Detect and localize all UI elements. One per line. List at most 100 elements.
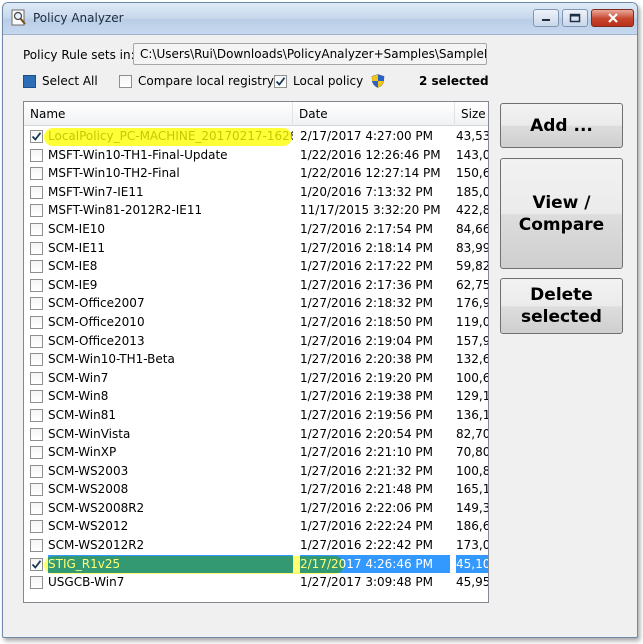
compare-local-registry-box[interactable]	[119, 74, 132, 88]
row-size: 82,70	[456, 426, 489, 441]
row-name: SCM-WinXP	[48, 445, 117, 460]
row-size: 43,53	[456, 129, 489, 143]
delete-selected-button[interactable]: Delete selected	[500, 278, 623, 334]
row-checkbox[interactable]	[30, 557, 43, 571]
row-checkbox[interactable]	[30, 167, 43, 181]
minimize-button[interactable]	[533, 9, 559, 27]
row-checkbox[interactable]	[30, 204, 43, 218]
row-checkbox[interactable]	[30, 408, 43, 422]
row-date: 1/27/2016 2:21:10 PM	[300, 445, 434, 460]
row-checkbox[interactable]	[30, 241, 43, 255]
column-header-name[interactable]: Name	[24, 102, 293, 126]
row-checkbox[interactable]	[30, 576, 43, 590]
list-item[interactable]: SCM-Win8 1/27/2016 2:19:38 PM 129,11	[24, 387, 488, 406]
row-date: 1/20/2016 7:13:32 PM	[300, 184, 434, 199]
column-header-date[interactable]: Date	[293, 102, 455, 126]
checkmark-icon	[275, 76, 286, 86]
minimize-icon	[542, 19, 550, 21]
row-checkbox[interactable]	[30, 334, 43, 348]
close-button[interactable]	[591, 9, 634, 27]
list-item[interactable]: MSFT-Win10-TH1-Final-Update 1/22/2016 12:…	[24, 146, 488, 165]
compare-local-registry-checkbox[interactable]: Compare local registry	[119, 74, 274, 88]
list-item[interactable]: MSFT-Win10-TH2-Final 1/22/2016 12:27:14 P…	[24, 164, 488, 183]
row-name: SCM-WS2012	[48, 519, 129, 534]
rule-sets-path-field[interactable]: C:\Users\Rui\Downloads\PolicyAnalyzer+Sa…	[133, 43, 487, 65]
list-item[interactable]: SCM-Office2013 1/27/2016 2:19:04 PM 157,97	[24, 332, 488, 351]
list-item[interactable]: SCM-WS2008 1/27/2016 2:21:48 PM 165,12	[24, 480, 488, 499]
list-item[interactable]: SCM-IE11 1/27/2016 2:18:14 PM 83,99	[24, 239, 488, 258]
row-checkbox[interactable]	[30, 371, 43, 385]
list-item[interactable]: SCM-WinXP 1/27/2016 2:21:10 PM 70,80	[24, 443, 488, 462]
uac-shield-icon	[371, 74, 385, 88]
local-policy-checkbox[interactable]: Local policy	[274, 74, 385, 88]
list-item[interactable]: SCM-WS2012R2 1/27/2016 2:22:42 PM 173,03	[24, 536, 488, 555]
row-checkbox[interactable]	[30, 297, 43, 311]
row-size: 422,85	[456, 203, 488, 218]
list-item[interactable]: USGCB-Win7 1/27/2017 3:09:48 PM 45,95	[24, 573, 488, 592]
row-date: 1/27/2016 2:18:50 PM	[300, 314, 434, 329]
select-all-box[interactable]	[23, 74, 36, 88]
select-all-checkbox[interactable]: Select All	[23, 74, 98, 88]
local-policy-box[interactable]	[274, 74, 287, 88]
list-item[interactable]: SCM-Office2010 1/27/2016 2:18:50 PM 119,09	[24, 313, 488, 332]
row-size: 136,18	[456, 407, 488, 422]
row-checkbox[interactable]	[30, 501, 43, 515]
row-date: 1/27/2016 2:21:32 PM	[300, 463, 434, 478]
add-button-label: Add ...	[530, 115, 593, 136]
list-item[interactable]: SCM-Win10-TH1-Beta 1/27/2016 2:20:38 PM 13…	[24, 350, 488, 369]
row-checkbox[interactable]	[30, 520, 43, 534]
row-checkbox[interactable]	[30, 353, 43, 367]
add-button[interactable]: Add ...	[500, 103, 623, 148]
list-item[interactable]: SCM-Win81 1/27/2016 2:19:56 PM 136,18	[24, 406, 488, 425]
checkmark-icon	[31, 559, 42, 569]
row-checkbox[interactable]	[30, 278, 43, 292]
rule-sets-list[interactable]: Name Date Size LocalPolicy_PC-MACHINE_20…	[23, 101, 489, 603]
title-bar[interactable]: Policy Analyzer	[3, 3, 637, 35]
row-checkbox[interactable]	[30, 148, 43, 162]
view-compare-label-line1: View /	[532, 192, 591, 213]
row-checkbox[interactable]	[30, 446, 43, 460]
list-header: Name Date Size	[24, 102, 488, 126]
row-checkbox[interactable]	[30, 539, 43, 553]
list-item[interactable]: SCM-WS2008R2 1/27/2016 2:22:06 PM 149,39	[24, 499, 488, 518]
row-checkbox[interactable]	[30, 427, 43, 441]
row-checkbox[interactable]	[30, 185, 43, 199]
list-item[interactable]: SCM-IE10 1/27/2016 2:17:54 PM 84,66	[24, 220, 488, 239]
list-item[interactable]: SCM-WS2003 1/27/2016 2:21:32 PM 100,84	[24, 462, 488, 481]
list-item[interactable]: SCM-WS2012 1/27/2016 2:22:24 PM 186,65	[24, 517, 488, 536]
row-date: 1/22/2016 12:26:46 PM	[300, 147, 441, 162]
list-item[interactable]: MSFT-Win81-2012R2-IE11 11/17/2015 3:32:20…	[24, 201, 488, 220]
row-checkbox[interactable]	[30, 260, 43, 274]
row-checkbox[interactable]	[30, 464, 43, 478]
selected-count: 2 selected	[419, 74, 489, 88]
row-checkbox[interactable]	[30, 483, 43, 497]
row-date: 1/22/2016 12:27:14 PM	[300, 166, 441, 181]
row-size: 62,75	[456, 277, 489, 292]
list-item[interactable]: SCM-Office2007 1/27/2016 2:18:32 PM 176,92	[24, 294, 488, 313]
list-item[interactable]: SCM-IE9 1/27/2016 2:17:36 PM 62,75	[24, 276, 488, 295]
column-header-size[interactable]: Size	[455, 102, 488, 126]
row-date: 1/27/2016 2:22:24 PM	[300, 519, 434, 534]
list-item[interactable]: SCM-Win7 1/27/2016 2:19:20 PM 100,61	[24, 369, 488, 388]
row-date: 1/27/2016 2:17:54 PM	[300, 221, 434, 236]
row-name: SCM-Win81	[48, 407, 117, 422]
row-name: USGCB-Win7	[48, 575, 125, 590]
row-size: 143,07	[456, 147, 488, 162]
highlighter-mark	[44, 128, 292, 146]
row-checkbox[interactable]	[30, 130, 43, 143]
compare-local-registry-label: Compare local registry	[138, 74, 275, 88]
maximize-button[interactable]	[562, 9, 588, 27]
select-all-label: Select All	[42, 74, 98, 88]
list-item[interactable]: SCM-IE8 1/27/2016 2:17:22 PM 59,82	[24, 257, 488, 276]
row-checkbox[interactable]	[30, 315, 43, 329]
row-checkbox[interactable]	[30, 390, 43, 404]
row-name: MSFT-Win10-TH1-Final-Update	[48, 147, 228, 162]
row-checkbox[interactable]	[30, 222, 43, 236]
row-name: SCM-IE11	[48, 240, 106, 255]
row-name: SCM-WS2008R2	[48, 500, 145, 515]
list-item[interactable]: MSFT-Win7-IE11 1/20/2016 7:13:32 PM 185,08	[24, 183, 488, 202]
row-size: 129,11	[456, 389, 488, 404]
view-compare-button[interactable]: View / Compare	[500, 158, 623, 269]
list-item[interactable]: SCM-WinVista 1/27/2016 2:20:54 PM 82,70	[24, 425, 488, 444]
row-size: 83,99	[456, 240, 489, 255]
